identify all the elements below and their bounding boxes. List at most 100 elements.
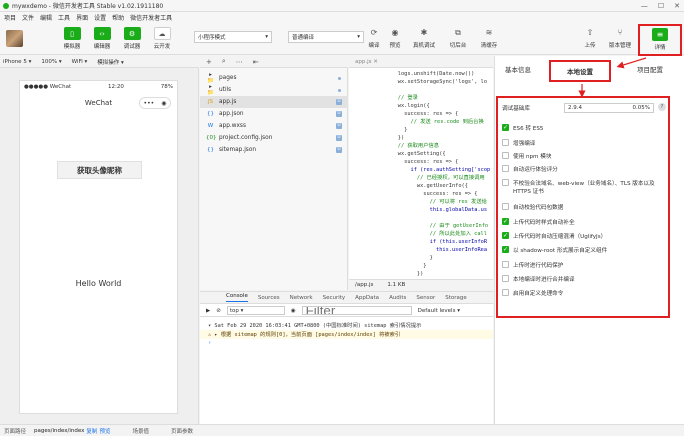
setting-row[interactable]: ✓ 以 shadow-root 形式展示自定义组件	[502, 246, 666, 254]
tab-audits[interactable]: Audits	[389, 295, 406, 301]
menu-file[interactable]: 文件	[22, 13, 34, 22]
code-line: })	[385, 271, 424, 277]
detail-button[interactable]: ≡ 详情	[638, 24, 682, 56]
tab-network[interactable]: Network	[290, 295, 313, 301]
console-filter-input[interactable]	[301, 306, 412, 315]
menu-view[interactable]: 界面	[76, 13, 88, 22]
block-icon[interactable]: ⊘	[216, 308, 221, 314]
network-select[interactable]: WiFi ▾	[72, 59, 88, 65]
collapse-icon[interactable]: ⇤	[253, 58, 259, 66]
eye-icon[interactable]: ◉	[291, 308, 296, 314]
setting-row[interactable]: ✓ 上传代码时自动压缩混淆（UglifyJs）	[502, 232, 666, 240]
checkbox-unchecked-icon[interactable]	[502, 139, 509, 146]
upload-icon: ⇧	[586, 28, 594, 37]
more-icon[interactable]: ⋯	[236, 58, 243, 66]
version-button[interactable]: ⑂ 版本管理	[609, 27, 631, 53]
run-icon[interactable]: ▶	[206, 308, 210, 314]
context-select[interactable]: top ▾	[226, 306, 285, 315]
chevron-down-icon: ▾	[357, 34, 360, 40]
simulate-action-select[interactable]: 模拟操作 ▾	[97, 58, 124, 66]
editor-button[interactable]: ‹› 编辑器	[88, 27, 116, 53]
menu-help[interactable]: 帮助	[112, 13, 124, 22]
scene-label[interactable]: 场景值	[132, 427, 149, 435]
setting-row[interactable]: ✓ 上传代码时样式自动补全	[502, 218, 666, 226]
log-levels-select[interactable]: Default levels ▾	[418, 308, 460, 314]
tree-item-utils[interactable]: ▸ 📁 utils	[200, 84, 348, 96]
checkbox-unchecked-icon[interactable]	[502, 165, 509, 172]
zoom-select[interactable]: 100% ▾	[41, 59, 61, 65]
search-icon[interactable]: ⌕	[222, 57, 226, 66]
tab-basic-info[interactable]: 基本信息	[505, 64, 531, 74]
tree-item-app-js[interactable]: JS app.js U	[200, 96, 348, 108]
setting-row[interactable]: 自动校验代码包数据	[502, 203, 666, 211]
get-user-info-button[interactable]: 获取头像昵称	[57, 161, 142, 179]
checkbox-checked-icon[interactable]: ✓	[502, 246, 509, 253]
editor-tab[interactable]: app.js ✕	[349, 56, 493, 68]
upload-button[interactable]: ⇧ 上传	[579, 27, 601, 53]
add-icon[interactable]: +	[206, 58, 212, 66]
checkbox-unchecked-icon[interactable]	[502, 179, 509, 186]
more-icon[interactable]: •••	[144, 100, 155, 107]
tab-storage[interactable]: Storage	[445, 295, 467, 301]
minimize-icon[interactable]: —	[641, 2, 648, 10]
setting-row[interactable]: 不校验合法域名、web-view（业务域名）、TLS 版本以及 HTTPS 证书	[502, 179, 666, 195]
setting-row[interactable]: 自动运行体验评分	[502, 165, 666, 173]
tab-appdata[interactable]: AppData	[355, 295, 379, 301]
untracked-badge: U	[336, 123, 342, 129]
checkbox-checked-icon[interactable]: ✓	[502, 124, 509, 131]
tree-item-app-wxss[interactable]: W app.wxss U	[200, 120, 348, 132]
setting-row[interactable]: 使用 npm 模块	[502, 152, 666, 160]
console-prompt[interactable]: ›	[200, 340, 493, 349]
page-params-label[interactable]: 页面参数	[171, 427, 193, 435]
menu-project[interactable]: 项目	[4, 13, 16, 22]
menu-wechat-devtools[interactable]: 微信开发者工具	[130, 13, 172, 22]
debugger-button[interactable]: ⚙ 调试器	[118, 27, 146, 53]
compile-mode-select[interactable]: 普通编译 ▾	[288, 31, 364, 43]
tree-item-app-json[interactable]: {} app.json U	[200, 108, 348, 120]
preview-link[interactable]: 预览	[99, 427, 110, 435]
setting-row[interactable]: 上传时进行代码保护	[502, 261, 666, 269]
capsule-close-icon[interactable]: ◉	[161, 100, 166, 107]
tab-local-settings[interactable]: 本地设置	[549, 60, 611, 82]
preview-button[interactable]: ◉ 预览	[384, 27, 406, 53]
checkbox-unchecked-icon[interactable]	[502, 275, 509, 282]
code-line: }	[385, 255, 433, 261]
lib-version-select[interactable]: 2.9.4 0.05%	[564, 103, 654, 113]
avatar[interactable]	[6, 30, 23, 47]
cloud-button[interactable]: ☁ 云开发	[148, 27, 176, 53]
checkbox-checked-icon[interactable]: ✓	[502, 232, 509, 239]
setting-row[interactable]: 增强编译	[502, 139, 666, 147]
copy-link[interactable]: 复制	[86, 427, 97, 435]
remote-debug-button[interactable]: ✱ 真机调试	[413, 27, 435, 53]
tab-console[interactable]: Console	[226, 293, 248, 302]
checkbox-unchecked-icon[interactable]	[502, 289, 509, 296]
setting-row[interactable]: 启用自定义处理命令	[502, 289, 666, 297]
setting-row[interactable]: 本地编译时进行合并编译	[502, 275, 666, 283]
capsule-menu[interactable]: ••• ◉	[139, 97, 171, 109]
tree-item-sitemap[interactable]: {} sitemap.json U	[200, 144, 348, 156]
tab-security[interactable]: Security	[323, 295, 346, 301]
help-icon[interactable]: ?	[658, 103, 666, 111]
cut-background-button[interactable]: ⧉ 切后台	[447, 27, 469, 53]
menu-settings[interactable]: 设置	[94, 13, 106, 22]
checkbox-unchecked-icon[interactable]	[502, 203, 509, 210]
menu-tools[interactable]: 工具	[58, 13, 70, 22]
tab-sources[interactable]: Sources	[258, 295, 280, 301]
setting-row[interactable]: ✓ ES6 转 ES5	[502, 124, 666, 132]
maximize-icon[interactable]: ☐	[658, 2, 664, 10]
tree-item-pages[interactable]: ▸ 📁 pages	[200, 72, 348, 84]
tab-project-config[interactable]: 项目配置	[637, 64, 663, 74]
close-icon[interactable]: ✕	[674, 2, 680, 10]
compile-button[interactable]: ⟳ 编译	[363, 27, 385, 53]
checkbox-unchecked-icon[interactable]	[502, 152, 509, 159]
clear-cache-button[interactable]: ≋ 清缓存	[478, 27, 500, 53]
tab-sensor[interactable]: Sensor	[416, 295, 435, 301]
checkbox-checked-icon[interactable]: ✓	[502, 218, 509, 225]
mode-select[interactable]: 小程序模式 ▾	[194, 31, 272, 43]
simulator-button[interactable]: ▯ 模拟器	[58, 27, 86, 53]
menu-edit[interactable]: 编辑	[40, 13, 52, 22]
code-editor[interactable]: app.js ✕ logs.unshift(Date.now()) wx.set…	[349, 56, 493, 290]
tree-item-project-config[interactable]: {0} project.config.json U	[200, 132, 348, 144]
checkbox-unchecked-icon[interactable]	[502, 261, 509, 268]
device-select[interactable]: iPhone 5 ▾	[3, 59, 31, 65]
